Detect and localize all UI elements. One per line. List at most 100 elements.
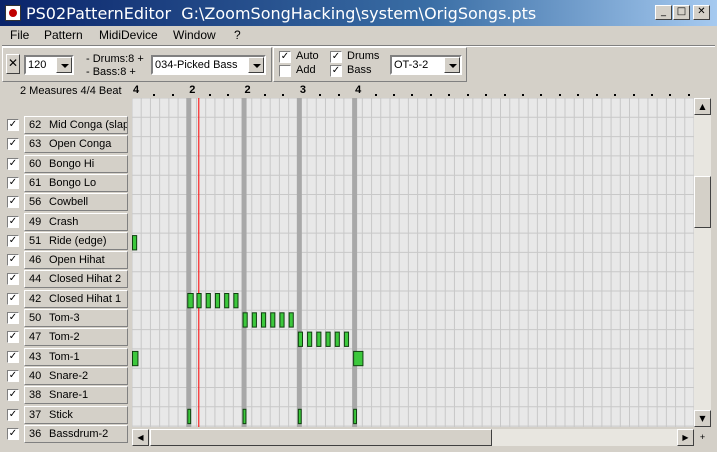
track-name-button[interactable]: 42 Closed Hihat 1 (24, 289, 128, 308)
track-name-button[interactable]: 51 Ride (edge) (24, 231, 128, 250)
grid-background (132, 98, 694, 427)
track-name-button[interactable]: 43 Tom-1 (24, 347, 128, 366)
drums-count-label[interactable]: - Drums:8 + (86, 53, 144, 65)
track-enable-checkbox[interactable]: ✓ (7, 408, 19, 421)
track-name-button[interactable]: 47 Tom-2 (24, 328, 128, 347)
track-note-number: 56 (29, 196, 42, 209)
scroll-down-icon[interactable]: ▼ (694, 410, 711, 427)
track-row[interactable]: ✓ 40 Snare-2 (0, 366, 132, 386)
track-enable-checkbox[interactable]: ✓ (7, 138, 19, 151)
chevron-down-icon[interactable] (248, 57, 264, 73)
track-name-button[interactable]: 49 Crash (24, 212, 128, 231)
note-velocity (215, 294, 220, 308)
track-note-number: 49 (29, 215, 42, 228)
scroll-left-icon[interactable]: ◀ (132, 429, 149, 446)
maximize-button[interactable]: □ (673, 5, 690, 20)
scroll-right-icon[interactable]: ▶ (677, 429, 694, 446)
track-name-button[interactable]: 40 Snare-2 (24, 366, 128, 385)
menu-file[interactable]: File (10, 28, 29, 42)
auto-checkbox[interactable]: ✓ (279, 51, 291, 63)
track-row[interactable]: ✓ 38 Snare-1 (0, 386, 132, 405)
close-button[interactable]: ✕ (693, 5, 710, 20)
track-row[interactable]: ✓ 49 Crash (0, 212, 132, 232)
track-row[interactable]: ✓ 62 Mid Conga (slap) (0, 116, 132, 135)
track-row[interactable]: ✓ 61 Bongo Lo (0, 173, 132, 193)
chevron-down-icon[interactable] (444, 57, 460, 73)
menu-window[interactable]: Window (173, 28, 216, 42)
chevron-down-icon[interactable] (56, 57, 72, 73)
track-enable-checkbox[interactable]: ✓ (7, 350, 19, 363)
track-enable-checkbox[interactable]: ✓ (7, 119, 19, 131)
pattern-grid[interactable] (132, 98, 694, 427)
track-row[interactable]: ✓ 56 Cowbell (0, 193, 132, 212)
mute-button[interactable]: ✕ (6, 54, 20, 74)
track-instrument-name: Mid Conga (slap) (49, 119, 128, 131)
note-velocity (243, 409, 246, 424)
instrument-combo[interactable]: 034-Picked Bass (151, 55, 266, 75)
track-enable-checkbox[interactable]: ✓ (7, 389, 19, 402)
menu-pattern[interactable]: Pattern (44, 28, 83, 42)
drums-checkbox[interactable]: ✓ (330, 51, 342, 63)
track-row[interactable]: ✓ 60 Bongo Hi (0, 154, 132, 174)
note-velocity (197, 294, 201, 308)
vertical-scrollbar[interactable]: ▲ ▼ (694, 98, 711, 427)
note-velocity (344, 332, 349, 346)
track-row[interactable]: ✓ 43 Tom-1 (0, 347, 132, 367)
track-enable-checkbox[interactable]: ✓ (7, 215, 19, 228)
scroll-up-icon[interactable]: ▲ (694, 98, 711, 115)
app-icon[interactable] (5, 5, 21, 21)
track-name-button[interactable]: 56 Cowbell (24, 193, 128, 212)
tempo-combo[interactable]: 120 (24, 55, 74, 75)
track-row[interactable]: ✓ 42 Closed Hihat 1 (0, 289, 132, 309)
track-row[interactable]: ✓ 63 Open Conga (0, 135, 132, 154)
track-enable-checkbox[interactable]: ✓ (7, 254, 19, 267)
size-grip-icon[interactable]: + (694, 429, 711, 446)
bass-checkbox[interactable]: ✓ (330, 65, 342, 77)
pattern-grid-svg[interactable] (132, 98, 694, 427)
track-name-button[interactable]: 44 Closed Hihat 2 (24, 270, 128, 289)
track-name-button[interactable]: 61 Bongo Lo (24, 173, 128, 192)
track-row[interactable]: ✓ 36 Bassdrum-2 (0, 424, 132, 444)
ruler-beat-label: 4 (355, 84, 362, 96)
track-enable-checkbox[interactable]: ✓ (7, 331, 19, 344)
note-velocity (354, 409, 356, 424)
track-enable-checkbox[interactable]: ✓ (7, 312, 19, 324)
minimize-button[interactable]: _ (655, 5, 672, 20)
add-checkbox[interactable] (279, 65, 291, 77)
track-name-button[interactable]: 62 Mid Conga (slap) (24, 116, 128, 134)
track-enable-checkbox[interactable]: ✓ (7, 273, 19, 286)
horizontal-scroll-thumb[interactable] (150, 429, 492, 446)
track-name-button[interactable]: 37 Stick (24, 405, 128, 424)
track-row[interactable]: ✓ 51 Ride (edge) (0, 231, 132, 251)
menu-help[interactable]: ? (234, 28, 241, 42)
ruler-tick (171, 94, 174, 96)
track-row[interactable]: ✓ 50 Tom-3 (0, 309, 132, 328)
track-enable-checkbox[interactable]: ✓ (7, 369, 19, 382)
menu-mididevice[interactable]: MidiDevice (99, 28, 158, 42)
track-enable-checkbox[interactable]: ✓ (7, 196, 19, 209)
track-enable-checkbox[interactable]: ✓ (7, 176, 19, 189)
track-enable-checkbox[interactable]: ✓ (7, 157, 19, 170)
app-name: PS02PatternEditor (26, 4, 172, 23)
ruler-tick (540, 94, 543, 96)
track-row[interactable]: ✓ 37 Stick (0, 405, 132, 425)
bass-count-label[interactable]: - Bass:8 + (86, 66, 136, 78)
track-name-button[interactable]: 63 Open Conga (24, 135, 128, 154)
track-name-button[interactable]: 36 Bassdrum-2 (24, 424, 128, 443)
track-enable-checkbox[interactable]: ✓ (7, 292, 19, 305)
track-enable-checkbox[interactable]: ✓ (7, 427, 19, 440)
horizontal-scrollbar[interactable]: ◀ ▶ (132, 429, 694, 446)
track-row[interactable]: ✓ 47 Tom-2 (0, 328, 132, 347)
note-velocity (280, 313, 284, 327)
track-row[interactable]: ✓ 44 Closed Hihat 2 (0, 270, 132, 289)
track-enable-checkbox[interactable]: ✓ (7, 234, 19, 247)
track-row[interactable]: ✓ 46 Open Hihat (0, 251, 132, 270)
track-name-button[interactable]: 60 Bongo Hi (24, 154, 128, 173)
preset-combo[interactable]: OT-3-2 (390, 55, 462, 75)
vertical-scroll-thumb[interactable] (694, 176, 711, 228)
track-name-button[interactable]: 46 Open Hihat (24, 251, 128, 270)
ruler-tick (485, 94, 488, 96)
track-note-number: 62 (29, 119, 42, 131)
track-name-button[interactable]: 38 Snare-1 (24, 386, 128, 405)
track-name-button[interactable]: 50 Tom-3 (24, 309, 128, 327)
